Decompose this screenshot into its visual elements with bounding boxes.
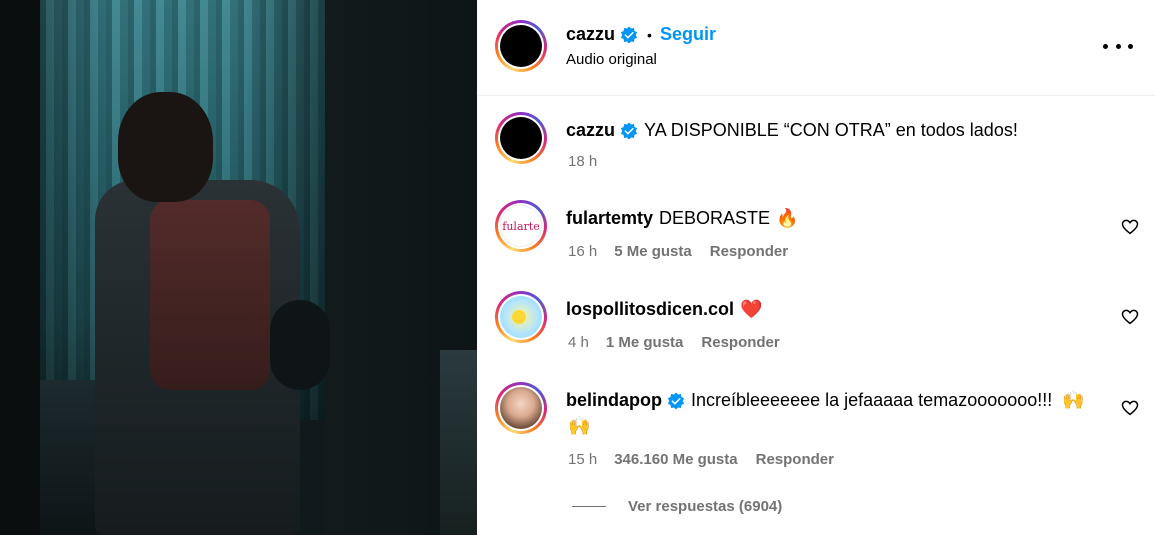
replies-divider-line: [572, 506, 606, 507]
comment-time[interactable]: 4 h: [568, 334, 589, 351]
caption-message: YA DISPONIBLE “CON OTRA” en todos lados!: [644, 120, 1018, 140]
media-person-shirt: [150, 200, 270, 390]
caption-time[interactable]: 18 h: [568, 153, 597, 170]
comment-likes[interactable]: 5 Me gusta: [614, 243, 692, 260]
commenter-avatar[interactable]: fularte: [495, 200, 547, 252]
comment-time[interactable]: 16 h: [568, 243, 597, 260]
raising-hands-emoji: 🙌: [1062, 390, 1085, 410]
media-objects: [440, 350, 477, 535]
comment-time[interactable]: 15 h: [568, 451, 597, 468]
comment-meta: 16 h 5 Me gusta Responder: [568, 243, 788, 260]
comments-panel: cazzu • Seguir Audio original cazzu YA D…: [477, 0, 1155, 535]
commenter-avatar[interactable]: [495, 382, 547, 434]
comment-text-continuation: 🙌: [568, 416, 590, 437]
comment-meta: 4 h 1 Me gusta Responder: [568, 334, 780, 351]
view-replies-label: Ver respuestas (6904): [628, 498, 783, 515]
caption-meta: 18 h: [568, 153, 597, 170]
follow-button[interactable]: Seguir: [660, 24, 716, 45]
audio-label[interactable]: Audio original: [566, 51, 657, 68]
author-row: cazzu • Seguir: [566, 24, 716, 45]
post-media[interactable]: [0, 0, 477, 535]
reply-button[interactable]: Responder: [756, 451, 834, 468]
commenter-avatar[interactable]: [495, 291, 547, 343]
reply-button[interactable]: Responder: [701, 334, 779, 351]
media-person-head: [118, 92, 213, 202]
media-doorframe: [0, 0, 40, 535]
like-heart-icon[interactable]: [1121, 308, 1139, 326]
commenter-username[interactable]: lospollitosdicen.col: [566, 299, 734, 320]
commenter-username[interactable]: fulartemty: [566, 208, 653, 229]
verified-badge-icon: [620, 25, 638, 44]
caption-username[interactable]: cazzu: [566, 120, 615, 141]
reply-button[interactable]: Responder: [710, 243, 788, 260]
red-heart-emoji: ❤️: [740, 299, 763, 319]
more-options-icon[interactable]: [1103, 36, 1133, 56]
comment-text-row: belindapop Increíbleeeeeee la jefaaaaa t…: [566, 390, 1085, 411]
verified-badge-icon: [620, 121, 638, 140]
fularte-logo: fularte: [502, 219, 540, 233]
commenter-username[interactable]: belindapop: [566, 390, 662, 411]
fire-emoji: 🔥: [776, 208, 799, 228]
comment-text-row: fulartemty DEBORASTE 🔥: [566, 208, 798, 229]
caption-text-row: cazzu YA DISPONIBLE “CON OTRA” en todos …: [566, 120, 1018, 141]
comment-message: DEBORASTE: [659, 208, 771, 228]
comment-likes[interactable]: 1 Me gusta: [606, 334, 684, 351]
verified-badge-icon: [667, 391, 685, 410]
comment-meta: 15 h 346.160 Me gusta Responder: [568, 451, 834, 468]
caption-avatar[interactable]: [495, 112, 547, 164]
author-username[interactable]: cazzu: [566, 24, 615, 45]
comment-message: Increíbleeeeeee la jefaaaaa temazooooooo…: [691, 390, 1053, 410]
view-replies-button[interactable]: Ver respuestas (6904): [572, 498, 782, 515]
separator-dot: •: [647, 26, 652, 43]
comment-likes[interactable]: 346.160 Me gusta: [614, 451, 737, 468]
media-bag: [270, 300, 330, 390]
like-heart-icon[interactable]: [1121, 399, 1139, 417]
raising-hands-emoji: 🙌: [568, 416, 591, 436]
comment-text-row: lospollitosdicen.col ❤️: [566, 299, 762, 320]
author-avatar[interactable]: [495, 20, 547, 72]
like-heart-icon[interactable]: [1121, 218, 1139, 236]
post-header: cazzu • Seguir Audio original: [477, 0, 1155, 96]
